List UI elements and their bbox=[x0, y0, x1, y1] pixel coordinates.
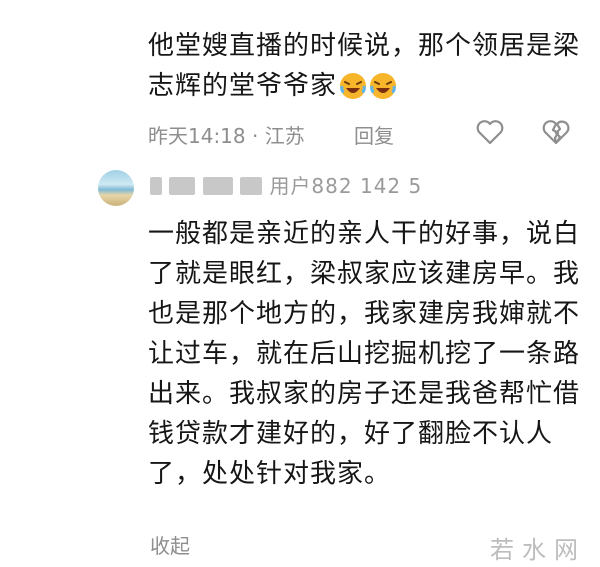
reply-meta-row: 昨天14:18 · 江苏 回复 bbox=[148, 116, 588, 150]
avatar[interactable] bbox=[98, 170, 134, 206]
reply-comment-text: 他堂嫂直播的时候说，那个领居是梁志辉的堂爷爷家 bbox=[148, 26, 588, 106]
redacted-mark bbox=[240, 177, 263, 195]
heart-outline-icon[interactable] bbox=[474, 116, 506, 148]
redacted-mark bbox=[150, 177, 162, 195]
laughing-crying-emoji-icon bbox=[370, 73, 397, 99]
redacted-mark bbox=[202, 177, 233, 195]
username-text: 用户882 142 5 bbox=[269, 174, 423, 198]
comment-username[interactable]: 用户882 142 5 bbox=[150, 170, 422, 200]
reply-timestamp: 昨天14:18 · 江苏 bbox=[148, 124, 305, 148]
watermark: 若水网 bbox=[490, 536, 586, 564]
comment-body: 一般都是亲近的亲人干的好事，说白了就是眼红，梁叔家应该建房早。我也是那个地方的，… bbox=[148, 219, 581, 489]
redacted-mark bbox=[169, 177, 196, 195]
laughing-crying-emoji-icon bbox=[340, 73, 367, 99]
broken-heart-outline-icon[interactable] bbox=[540, 116, 572, 148]
reply-button[interactable]: 回复 bbox=[354, 120, 394, 149]
collapse-button[interactable]: 收起 bbox=[150, 530, 190, 559]
